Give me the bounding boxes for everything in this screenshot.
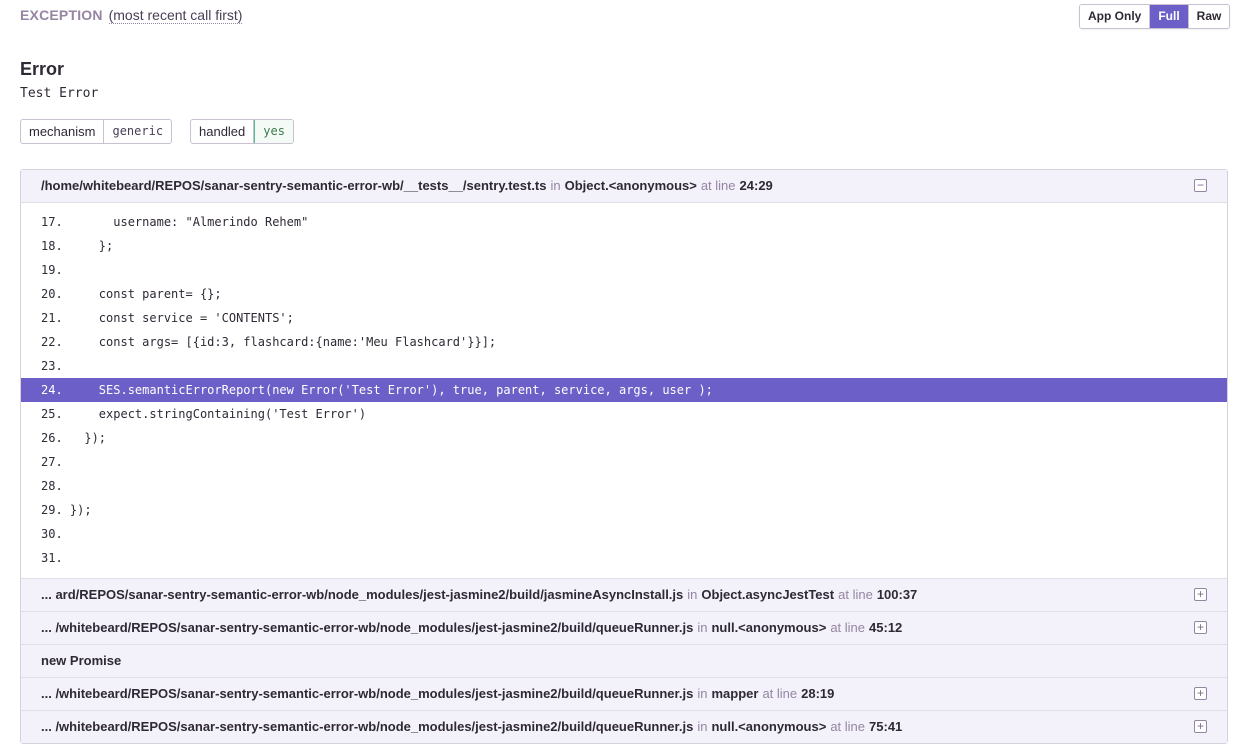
code-line: 31.	[41, 551, 70, 565]
expand-icon[interactable]: +	[1194, 621, 1207, 634]
frame-file: /home/whitebeard/REPOS/sanar-sentry-sema…	[41, 178, 547, 193]
code-context: 17. username: "Almerindo Rehem" 18. }; 19.…	[21, 203, 1227, 579]
code-line: 23.	[41, 359, 70, 373]
code-line: 25. expect.stringContaining('Test Error'…	[41, 407, 367, 421]
frame-in-label: in	[550, 178, 561, 193]
frame-line-number: 75:41	[869, 719, 903, 734]
frame-in-label: in	[687, 587, 698, 602]
exception-header: EXCEPTION (most recent call first)	[20, 7, 243, 24]
frame-header[interactable]: ... /whitebeard/REPOS/sanar-sentry-seman…	[21, 711, 1227, 743]
frame-header[interactable]: /home/whitebeard/REPOS/sanar-sentry-sema…	[21, 170, 1227, 203]
frame-at-line-label: at line	[830, 620, 866, 635]
frame-label: new Promise	[41, 653, 122, 668]
expand-icon[interactable]: +	[1194, 588, 1207, 601]
tag-key: mechanism	[21, 120, 105, 143]
app-only-button[interactable]: App Only	[1080, 5, 1151, 28]
frame-header[interactable]: ... ard/REPOS/sanar-sentry-semantic-erro…	[21, 579, 1227, 612]
stack-frames: /home/whitebeard/REPOS/sanar-sentry-sema…	[20, 169, 1228, 744]
handled-tag[interactable]: handled yes	[190, 119, 294, 144]
code-line: 28.	[41, 479, 70, 493]
code-line-active: 24. SES.semanticErrorReport(new Error('T…	[21, 378, 1227, 402]
frame-header[interactable]: ... /whitebeard/REPOS/sanar-sentry-seman…	[21, 612, 1227, 645]
error-type: Error	[20, 59, 65, 79]
frame-function: mapper	[711, 686, 759, 701]
code-line: 19.	[41, 263, 70, 277]
expand-icon[interactable]: +	[1194, 720, 1207, 733]
tag-value: yes	[254, 120, 293, 143]
mechanism-tag[interactable]: mechanism generic	[20, 119, 173, 144]
frame-file: ... ard/REPOS/sanar-sentry-semantic-erro…	[41, 587, 684, 602]
collapse-icon[interactable]: −	[1194, 179, 1207, 192]
frame-function: null.<anonymous>	[711, 620, 827, 635]
frame-function: Object.asyncJestTest	[701, 587, 835, 602]
frame-file: ... /whitebeard/REPOS/sanar-sentry-seman…	[41, 686, 694, 701]
frame-file: ... /whitebeard/REPOS/sanar-sentry-seman…	[41, 719, 694, 734]
error-value: Test Error	[20, 86, 99, 101]
frame-in-label: in	[697, 686, 708, 701]
frame-in-label: in	[697, 719, 708, 734]
code-line: 20. const parent= {};	[41, 287, 222, 301]
full-button[interactable]: Full	[1150, 5, 1189, 28]
frame-at-line-label: at line	[700, 178, 736, 193]
exception-title: EXCEPTION	[20, 7, 103, 23]
frame-line-number: 45:12	[869, 620, 903, 635]
frame-line-number: 28:19	[801, 686, 835, 701]
expand-icon[interactable]: +	[1194, 687, 1207, 700]
frame-line-number: 100:37	[876, 587, 918, 602]
tag-value: generic	[112, 124, 164, 138]
frame-at-line-label: at line	[830, 719, 866, 734]
raw-button[interactable]: Raw	[1188, 5, 1230, 28]
exception-order-hint[interactable]: (most recent call first)	[108, 7, 243, 24]
frame-function: Object.<anonymous>	[564, 178, 697, 193]
code-line: 21. const service = 'CONTENTS';	[41, 311, 294, 325]
stacktrace-view-toggle: App Only Full Raw	[1079, 4, 1231, 29]
frame-line-number: 24:29	[739, 178, 773, 193]
frame-file: ... /whitebeard/REPOS/sanar-sentry-seman…	[41, 620, 694, 635]
frame-at-line-label: at line	[762, 686, 798, 701]
code-line: 27.	[41, 455, 70, 469]
tag-key: handled	[191, 120, 255, 143]
code-line: 26. });	[41, 431, 107, 445]
code-line: 29. });	[41, 503, 92, 517]
code-line: 30.	[41, 527, 70, 541]
frame-header-async-boundary: new Promise	[21, 645, 1227, 678]
frame-in-label: in	[697, 620, 708, 635]
frame-function: null.<anonymous>	[711, 719, 827, 734]
code-line: 18. };	[41, 239, 114, 253]
frame-header[interactable]: ... /whitebeard/REPOS/sanar-sentry-seman…	[21, 678, 1227, 711]
frame-at-line-label: at line	[838, 587, 873, 602]
code-line: 17. username: "Almerindo Rehem"	[41, 215, 309, 229]
code-line: 22. const args= [{id:3, flashcard:{name:…	[41, 335, 497, 349]
